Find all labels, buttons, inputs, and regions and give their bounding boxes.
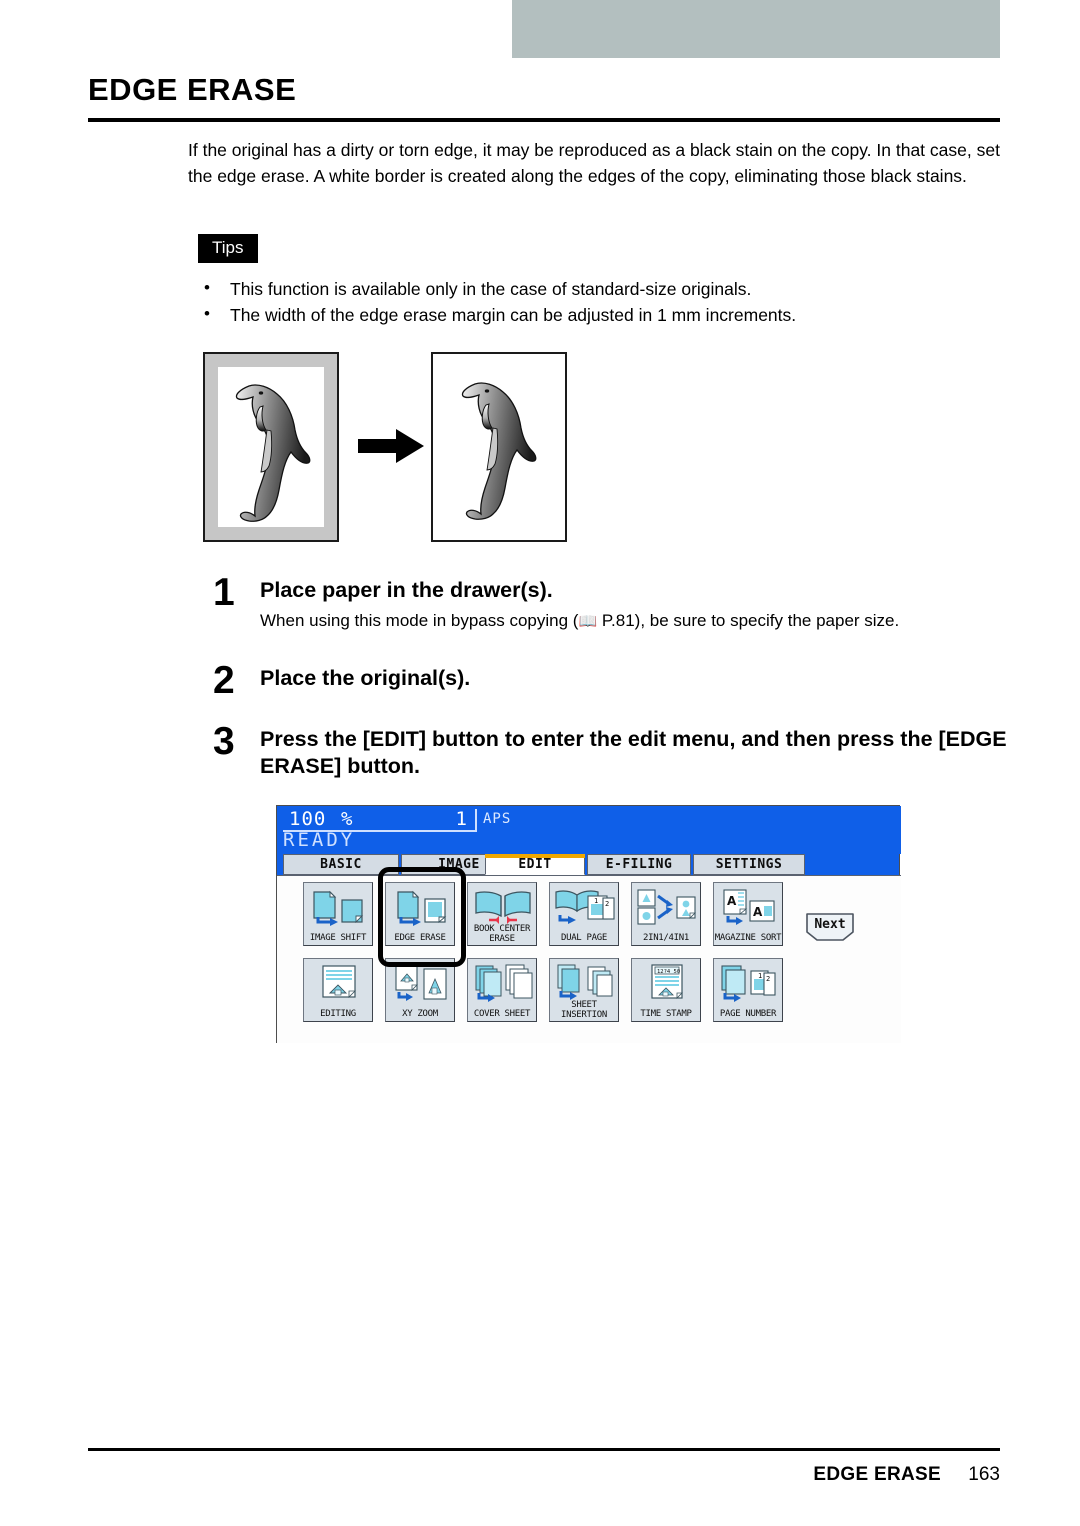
step-heading: Press the [EDIT] button to enter the edi…: [260, 727, 1007, 778]
tab-basic[interactable]: BASIC: [283, 854, 399, 875]
time-stamp-icon: 12?4 50: [651, 964, 683, 999]
button-label-block: BOOK CENTER ERASE: [468, 924, 536, 944]
svg-text:A: A: [753, 905, 763, 919]
footer: EDGE ERASE 163: [813, 1464, 1000, 1486]
button-label-line2: INSERTION: [560, 1009, 608, 1020]
tab-edit[interactable]: EDIT: [485, 854, 585, 875]
step-subtext: When using this mode in bypass copying (…: [260, 609, 1020, 634]
page-number-icon: 1 2: [721, 965, 776, 1002]
button-label: EDGE ERASE: [394, 932, 446, 943]
tips-label: Tips: [198, 234, 258, 263]
button-book-center-erase[interactable]: BOOK CENTER ERASE: [467, 882, 537, 946]
zoom-ratio-value: 100: [289, 808, 327, 830]
list-item: • The width of the edge erase margin can…: [198, 302, 988, 328]
button-sheet-insertion[interactable]: SHEET INSERTION: [549, 958, 619, 1022]
button-time-stamp[interactable]: 12?4 50 TIME STAMP: [631, 958, 701, 1022]
original-with-dirty-edge: [203, 352, 339, 542]
copy-count-value: 1: [455, 808, 467, 830]
button-label: XY ZOOM: [402, 1008, 438, 1019]
footer-page-number: 163: [968, 1464, 1000, 1485]
button-label: EDITING: [320, 1008, 356, 1019]
button-cover-sheet[interactable]: COVER SHEET: [467, 958, 537, 1022]
bullet-glyph: •: [204, 304, 210, 323]
tab-label: E-FILING: [605, 857, 673, 872]
page-title: EDGE ERASE: [88, 72, 297, 107]
button-label: 2IN1/4IN1: [642, 932, 690, 943]
tab-settings[interactable]: SETTINGS: [693, 854, 805, 875]
button-label: DUAL PAGE: [560, 932, 608, 943]
button-xy-zoom[interactable]: XY ZOOM: [385, 958, 455, 1022]
button-dual-page[interactable]: 1 2 DUAL PAGE: [549, 882, 619, 946]
lcd-status-bar: 100 % 1 APS READY: [277, 806, 901, 854]
button-2in1-4in1[interactable]: 2IN1/4IN1: [631, 882, 701, 946]
step-number: 1: [213, 571, 235, 614]
step-number: 2: [213, 659, 235, 702]
tab-label: BASIC: [320, 857, 362, 872]
button-page-number[interactable]: 1 2 PAGE NUMBER: [713, 958, 783, 1022]
tab-label: EDIT: [518, 857, 552, 872]
footer-section-title: EDGE ERASE: [813, 1464, 942, 1485]
svg-text:1: 1: [594, 897, 598, 905]
list-item: • This function is available only in the…: [198, 276, 988, 302]
button-label: IMAGE SHIFT: [309, 932, 367, 943]
button-label: COVER SHEET: [473, 1008, 531, 1019]
dolphin-illustration: [462, 382, 537, 520]
step-heading: Place paper in the drawer(s).: [260, 578, 553, 602]
button-magazine-sort[interactable]: A A MAGAZINE SORT: [713, 882, 783, 946]
step-page-ref: P.81: [597, 611, 635, 630]
sheet-insertion-icon: [557, 964, 613, 1000]
footer-divider: [88, 1448, 1000, 1451]
button-label: MAGAZINE SORT: [714, 932, 782, 943]
book-icon: 📖: [578, 613, 598, 630]
2in1-4in1-icon: [637, 889, 696, 925]
copier-lcd-panel: 100 % 1 APS READY BASIC IMAGE EDIT E-FIL…: [276, 805, 901, 1043]
lcd-tab-row: BASIC IMAGE EDIT E-FILING SETTINGS: [277, 854, 901, 876]
tab-selected-accent: [485, 854, 585, 858]
arrow-right-icon: [358, 429, 424, 463]
bullet-glyph: •: [204, 278, 210, 297]
image-shift-icon: [313, 890, 364, 926]
tips-item-text: The width of the edge erase margin can b…: [230, 305, 797, 325]
illustration-group: [203, 352, 568, 542]
copy-with-white-border: [431, 352, 568, 542]
next-button-label: Next: [814, 917, 846, 932]
svg-text:A: A: [727, 894, 737, 908]
button-editing[interactable]: EDITING: [303, 958, 373, 1022]
machine-status-text: READY: [283, 829, 356, 851]
svg-text:2: 2: [605, 900, 609, 908]
dual-page-icon: 1 2: [555, 890, 615, 924]
step-subtext-after: ), be sure to specify the paper size.: [634, 611, 900, 630]
svg-text:12?4 50: 12?4 50: [657, 969, 680, 975]
cover-sheet-icon: [475, 964, 533, 1002]
dolphin-illustration: [235, 384, 311, 522]
tab-label: SETTINGS: [715, 857, 783, 872]
title-divider: [88, 118, 1000, 122]
tips-list: • This function is available only in the…: [198, 276, 988, 328]
button-edge-erase[interactable]: EDGE ERASE: [385, 882, 455, 946]
button-label: TIME STAMP: [640, 1008, 692, 1019]
editing-icon: [322, 965, 356, 998]
button-image-shift[interactable]: IMAGE SHIFT: [303, 882, 373, 946]
step-number: 3: [213, 720, 235, 763]
paper-mode-label: APS: [483, 811, 512, 827]
button-label-block: SHEET INSERTION: [550, 1000, 618, 1020]
tips-item-text: This function is available only in the c…: [230, 279, 752, 299]
step-heading: Place the original(s).: [260, 666, 471, 690]
xy-zoom-icon: [395, 964, 447, 1001]
svg-text:1: 1: [758, 972, 762, 980]
header-band: [512, 0, 1000, 58]
tab-e-filing[interactable]: E-FILING: [587, 854, 691, 875]
button-label: PAGE NUMBER: [719, 1008, 777, 1019]
svg-text:2: 2: [766, 975, 770, 983]
magazine-sort-icon: A A: [723, 889, 775, 925]
tab-label: IMAGE: [438, 857, 480, 872]
book-center-erase-icon: [475, 891, 531, 924]
next-button[interactable]: Next: [805, 912, 855, 942]
lcd-button-grid: IMAGE SHIFT EDGE ERASE BOOK CENTER ERASE…: [277, 875, 901, 1043]
percent-symbol: %: [341, 808, 353, 830]
intro-paragraph: If the original has a dirty or torn edge…: [188, 140, 1000, 186]
edge-erase-icon: [397, 890, 447, 926]
step-subtext-before: When using this mode in bypass copying (: [260, 611, 579, 630]
button-label-line2: ERASE: [489, 933, 515, 944]
